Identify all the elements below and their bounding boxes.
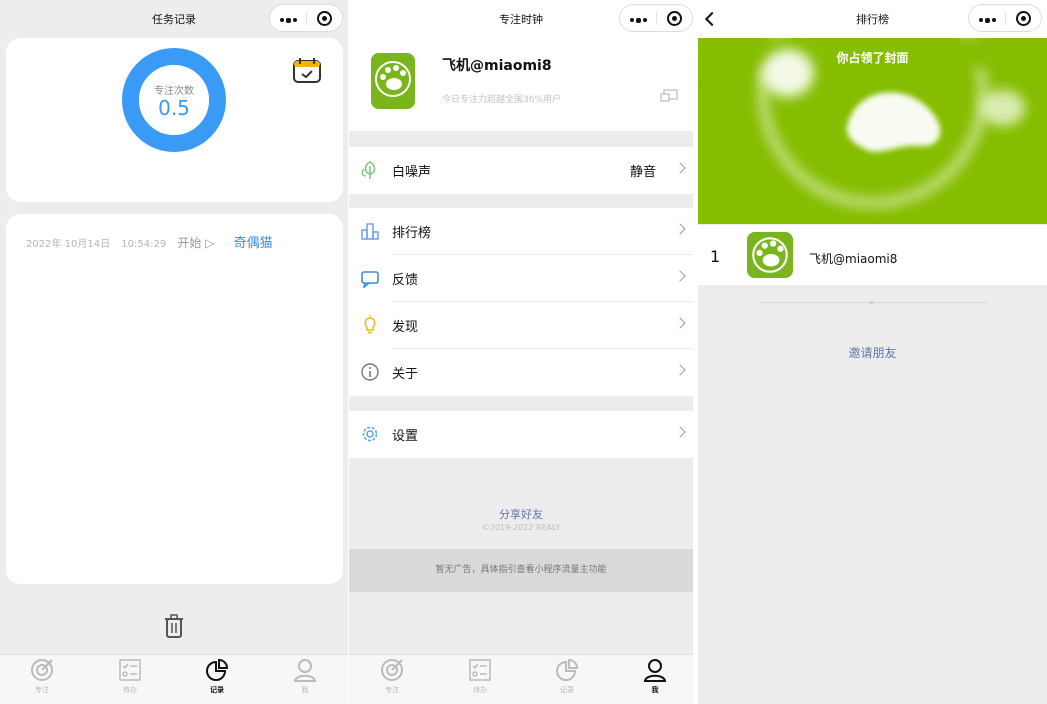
user-subtitle: 今日专注力超越全国36%用户 [442, 95, 562, 105]
avatar [747, 232, 793, 278]
rank-user-name: 飞机@miaomi8 [809, 252, 898, 266]
chevron-right-icon [674, 270, 686, 282]
tab-focus[interactable]: 专注 [22, 658, 62, 695]
focus-icon [31, 659, 53, 681]
record-action: 开始 ▷ [177, 236, 215, 250]
avatar[interactable] [371, 53, 415, 109]
ad-banner: 暂无广告，具体指引查看小程序流量主功能 [349, 549, 693, 592]
menu-item-white-noise[interactable]: 白噪声 静音 [349, 147, 693, 194]
bulb-icon [364, 315, 376, 334]
todo-icon [469, 659, 491, 681]
cover-banner: 你占领了封面 [698, 38, 1047, 224]
menu-item-feedback[interactable]: 反馈 [349, 255, 693, 302]
close-miniprogram-icon[interactable] [317, 11, 332, 26]
more-icon[interactable] [280, 17, 297, 23]
menu-item-settings[interactable]: 设置 [349, 411, 693, 458]
chevron-right-icon [674, 426, 686, 438]
chevron-right-icon [674, 223, 686, 235]
mini-program-capsule[interactable] [968, 4, 1042, 32]
tab-todo[interactable]: 待办 [460, 658, 500, 695]
focus-count-ring: 专注次数 0.5 [122, 48, 226, 152]
table-row[interactable]: 1 飞机@miaomi8 [698, 225, 1047, 285]
paw-avatar-icon [747, 232, 793, 278]
chevron-right-icon [674, 364, 686, 376]
main-menu-group: 排行榜 反馈 发现 关于 [349, 208, 693, 396]
ring-label: 专注次数 [154, 86, 194, 97]
close-miniprogram-icon[interactable] [1016, 11, 1031, 26]
tab-bar: 专注 待办 记录 我 [0, 654, 348, 704]
white-noise-value: 静音 [629, 165, 656, 180]
nav-bar: 排行榜 [698, 0, 1047, 38]
focus-icon [381, 659, 403, 681]
info-icon [361, 363, 379, 381]
mini-program-capsule[interactable] [269, 4, 343, 32]
tab-bar: 专注 待办 记录 我 [349, 654, 693, 704]
menu-item-about[interactable]: 关于 [349, 349, 693, 396]
record-date: 2022年 10月14日 [26, 239, 111, 250]
mini-program-capsule[interactable] [619, 4, 693, 32]
user-name: 飞机@miaomi8 [442, 58, 552, 74]
nav-bar: 任务记录 [0, 0, 348, 38]
tab-me[interactable]: 我 [285, 658, 325, 695]
profile-icon [293, 659, 317, 682]
tab-records[interactable]: 记录 [547, 658, 587, 695]
white-noise-group: 白噪声 静音 [349, 147, 693, 194]
tab-focus[interactable]: 专注 [372, 658, 412, 695]
rank-number: 1 [710, 247, 721, 266]
ranking-screen: 排行榜 你占领了封面 1 飞机@miaomi8 邀请朋友 [698, 0, 1047, 704]
trash-icon[interactable] [163, 614, 185, 640]
record-screen: 任务记录 专注次数 0.5 2022年 10月14日 10:54:29 开始 ▷ [0, 0, 348, 704]
nav-bar: 专注时钟 [349, 0, 693, 38]
profile-icon [643, 659, 667, 682]
chevron-right-icon [674, 317, 686, 329]
summary-card: 专注次数 0.5 [6, 38, 343, 202]
tab-me[interactable]: 我 [635, 658, 675, 695]
profile-card[interactable]: 飞机@miaomi8 今日专注力超越全国36%用户 [349, 38, 693, 131]
record-time: 10:54:29 [121, 239, 167, 250]
banner-text: 你占领了封面 [836, 51, 909, 65]
tree-icon [361, 161, 376, 179]
divider-dot [870, 301, 873, 304]
settings-group: 设置 [349, 411, 693, 458]
todo-icon [119, 659, 141, 681]
tab-records[interactable]: 记录 [197, 658, 237, 695]
menu-item-ranking[interactable]: 排行榜 [349, 208, 693, 255]
records-icon [556, 658, 579, 681]
calendar-icon[interactable] [292, 56, 322, 84]
feedback-icon [361, 271, 379, 288]
records-icon [206, 658, 229, 681]
screen-icon[interactable] [660, 89, 678, 103]
ring-value: 0.5 [158, 96, 190, 120]
records-card: 2022年 10月14日 10:54:29 开始 ▷ 奇偶猫 [6, 214, 343, 584]
close-miniprogram-icon[interactable] [667, 11, 682, 26]
chevron-right-icon [674, 162, 686, 174]
more-icon[interactable] [979, 17, 996, 23]
invite-friends-link[interactable]: 邀请朋友 [698, 344, 1047, 361]
menu-item-discover[interactable]: 发现 [349, 302, 693, 349]
more-icon[interactable] [630, 17, 647, 23]
profile-screen: 专注时钟 飞机@miaomi8 今日专注力超越全国36%用户 白噪声 静音 排行… [349, 0, 693, 704]
ranking-icon [361, 223, 379, 240]
paw-avatar-icon [371, 53, 415, 109]
tab-todo[interactable]: 待办 [110, 658, 150, 695]
gear-icon [362, 426, 378, 442]
copyright: ©2019-2022 REALY [481, 523, 561, 532]
list-item[interactable]: 2022年 10月14日 10:54:29 开始 ▷ 奇偶猫 [26, 232, 281, 251]
share-link[interactable]: 分享好友 [349, 506, 693, 522]
record-task-name[interactable]: 奇偶猫 [234, 236, 273, 251]
